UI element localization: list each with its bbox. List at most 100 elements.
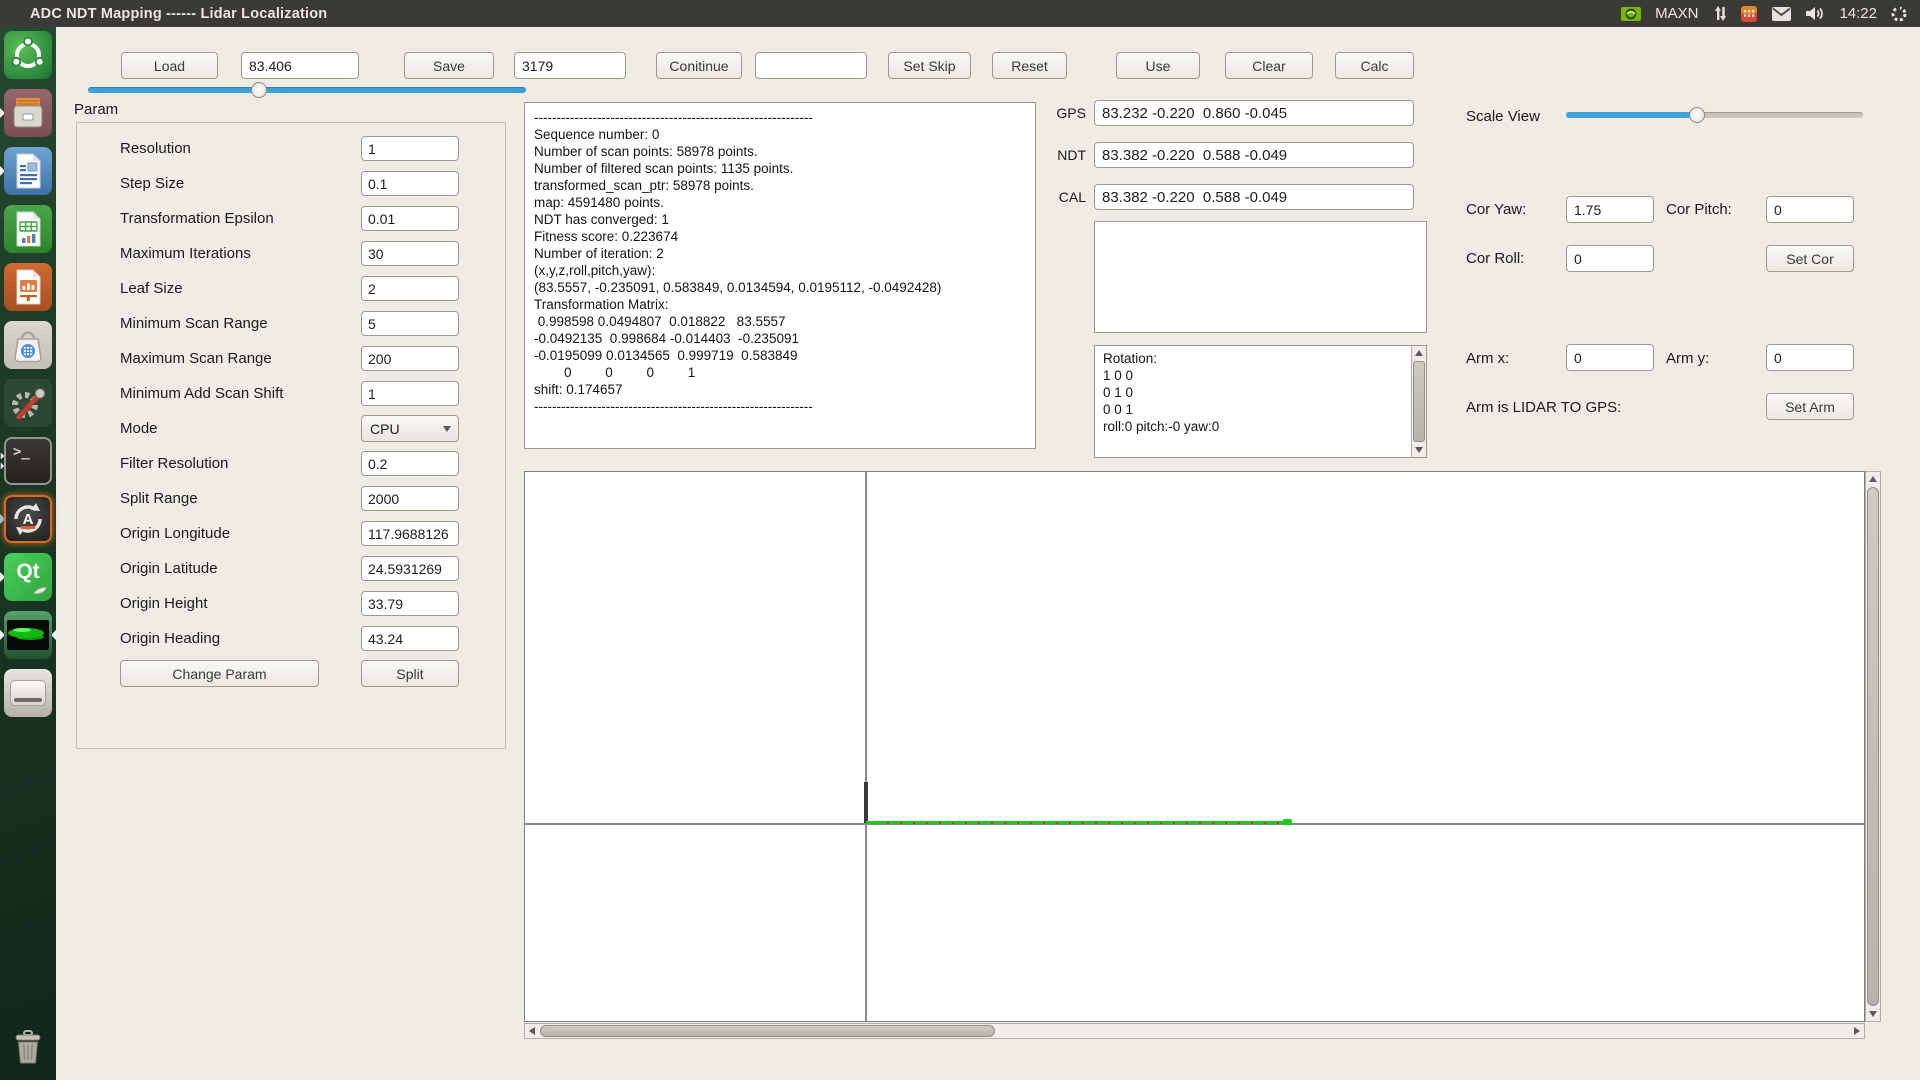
arm-x-label: Arm x: <box>1466 350 1509 367</box>
ubuntu-software-icon[interactable] <box>4 321 52 369</box>
param-groupbox: Resolution Step Size Transformation Epsi… <box>76 122 506 749</box>
clear-button[interactable]: Clear <box>1225 52 1313 79</box>
param-input-origin-height[interactable] <box>361 591 459 616</box>
nvidia-icon[interactable] <box>1620 5 1642 23</box>
plot-horizontal-scrollbar[interactable] <box>524 1023 1865 1039</box>
plot-vertical-scrollbar[interactable] <box>1865 471 1881 1022</box>
scroll-left-arrow-icon[interactable] <box>525 1024 539 1038</box>
param-input-maximum-iterations[interactable] <box>361 241 459 266</box>
gpu-mode-label[interactable]: MAXN <box>1655 5 1698 22</box>
slider-handle[interactable] <box>251 82 267 98</box>
slider-track[interactable] <box>88 87 526 93</box>
save-value-input[interactable] <box>514 52 626 79</box>
load-button[interactable]: Load <box>121 52 218 79</box>
param-label: Resolution <box>120 135 191 162</box>
param-input-transformation-epsilon[interactable] <box>361 206 459 231</box>
session-gear-icon[interactable] <box>1890 5 1908 23</box>
cal-pose-field[interactable] <box>1094 184 1414 210</box>
scroll-up-arrow-icon[interactable] <box>1866 472 1880 486</box>
set-arm-button[interactable]: Set Arm <box>1766 393 1854 420</box>
param-label: Origin Height <box>120 590 208 617</box>
scale-view-label: Scale View <box>1466 108 1540 125</box>
param-label: Origin Longitude <box>120 520 230 547</box>
files-icon[interactable] <box>4 89 52 137</box>
libreoffice-calc-icon[interactable] <box>4 205 52 253</box>
libreoffice-impress-icon[interactable] <box>4 263 52 311</box>
continue-value-input[interactable] <box>755 52 867 79</box>
param-input-origin-heading[interactable] <box>361 626 459 651</box>
rotation-scrollbar[interactable] <box>1411 346 1426 457</box>
qt-creator-icon[interactable]: Qt <box>4 553 52 601</box>
reset-button[interactable]: Reset <box>992 52 1067 79</box>
scrollbar-thumb[interactable] <box>1867 487 1879 1006</box>
scroll-down-arrow-icon[interactable] <box>1866 1007 1880 1021</box>
sequence-slider[interactable] <box>88 81 526 99</box>
cor-yaw-label: Cor Yaw: <box>1466 201 1526 218</box>
scale-view-slider[interactable] <box>1566 106 1863 124</box>
param-input-step-size[interactable] <box>361 171 459 196</box>
scrollbar-thumb[interactable] <box>1413 361 1425 442</box>
use-button[interactable]: Use <box>1116 52 1200 79</box>
set-skip-button[interactable]: Set Skip <box>888 52 971 79</box>
param-input-minimum-add-scan-shift[interactable] <box>361 381 459 406</box>
scroll-right-arrow-icon[interactable] <box>1850 1024 1864 1038</box>
param-label: Leaf Size <box>120 275 183 302</box>
arm-note-label: Arm is LIDAR TO GPS: <box>1466 399 1621 416</box>
system-tray: MAXN 14:22 <box>1620 0 1908 27</box>
param-label: Transformation Epsilon <box>120 205 274 232</box>
param-input-filter-resolution[interactable] <box>361 451 459 476</box>
system-settings-icon[interactable] <box>4 379 52 427</box>
arm-y-input[interactable] <box>1766 344 1854 371</box>
change-param-button[interactable]: Change Param <box>120 660 319 687</box>
param-input-minimum-scan-range[interactable] <box>361 311 459 336</box>
keyboard-layout-icon[interactable] <box>1740 5 1758 23</box>
split-button[interactable]: Split <box>361 660 459 687</box>
slider-handle[interactable] <box>1689 107 1705 123</box>
arm-y-label: Arm y: <box>1666 350 1709 367</box>
param-input-resolution[interactable] <box>361 136 459 161</box>
set-cor-button[interactable]: Set Cor <box>1766 245 1854 272</box>
param-input-split-range[interactable] <box>361 486 459 511</box>
lidar-viewer-icon[interactable] <box>4 611 52 659</box>
terminal-prompt-glyph: >_ <box>13 444 30 460</box>
scrollbar-thumb[interactable] <box>540 1025 995 1037</box>
updown-arrows-icon[interactable] <box>1711 5 1727 22</box>
scroll-down-arrow-icon[interactable] <box>1412 443 1426 457</box>
ndt-log-text: ----------------------------------------… <box>534 109 941 415</box>
ndt-pose-field[interactable] <box>1094 142 1414 168</box>
cor-pitch-input[interactable] <box>1766 196 1854 223</box>
param-label: Origin Latitude <box>120 555 218 582</box>
libreoffice-writer-icon[interactable] <box>4 147 52 195</box>
cor-roll-label: Cor Roll: <box>1466 250 1524 267</box>
desktop: ADC NDT Mapping ------ Lidar Localizatio… <box>0 0 1920 1080</box>
param-label: Split Range <box>120 485 198 512</box>
map-plot-canvas[interactable] <box>524 471 1865 1022</box>
mode-combobox[interactable]: CPU <box>361 415 459 442</box>
param-input-origin-latitude[interactable] <box>361 556 459 581</box>
clock[interactable]: 14:22 <box>1839 5 1877 22</box>
trash-icon[interactable] <box>4 1024 52 1072</box>
info-panel-empty <box>1094 221 1427 333</box>
mode-selected-value: CPU <box>362 421 443 437</box>
rotation-panel: Rotation: 1 0 0 0 1 0 0 0 1 roll:0 pitch… <box>1094 345 1427 458</box>
ubuntu-dash-icon[interactable] <box>4 31 52 79</box>
cor-yaw-input[interactable] <box>1566 196 1654 223</box>
cor-roll-input[interactable] <box>1566 245 1654 272</box>
arm-x-input[interactable] <box>1566 344 1654 371</box>
gps-label: GPS <box>1046 105 1086 121</box>
terminal-icon[interactable]: >_ <box>4 437 52 485</box>
mail-icon[interactable] <box>1771 6 1792 22</box>
scroll-up-arrow-icon[interactable] <box>1412 346 1426 360</box>
param-label: Origin Heading <box>120 625 220 652</box>
save-button[interactable]: Save <box>404 52 494 79</box>
calc-button[interactable]: Calc <box>1335 52 1414 79</box>
sync-tool-icon[interactable]: A <box>4 495 52 543</box>
continue-button[interactable]: Conitinue <box>656 52 742 79</box>
gps-pose-field[interactable] <box>1094 100 1414 126</box>
param-input-maximum-scan-range[interactable] <box>361 346 459 371</box>
param-input-leaf-size[interactable] <box>361 276 459 301</box>
param-input-origin-longitude[interactable] <box>361 521 459 546</box>
disk-utility-icon[interactable] <box>4 669 52 717</box>
volume-icon[interactable] <box>1805 5 1826 22</box>
load-value-input[interactable] <box>241 52 359 79</box>
